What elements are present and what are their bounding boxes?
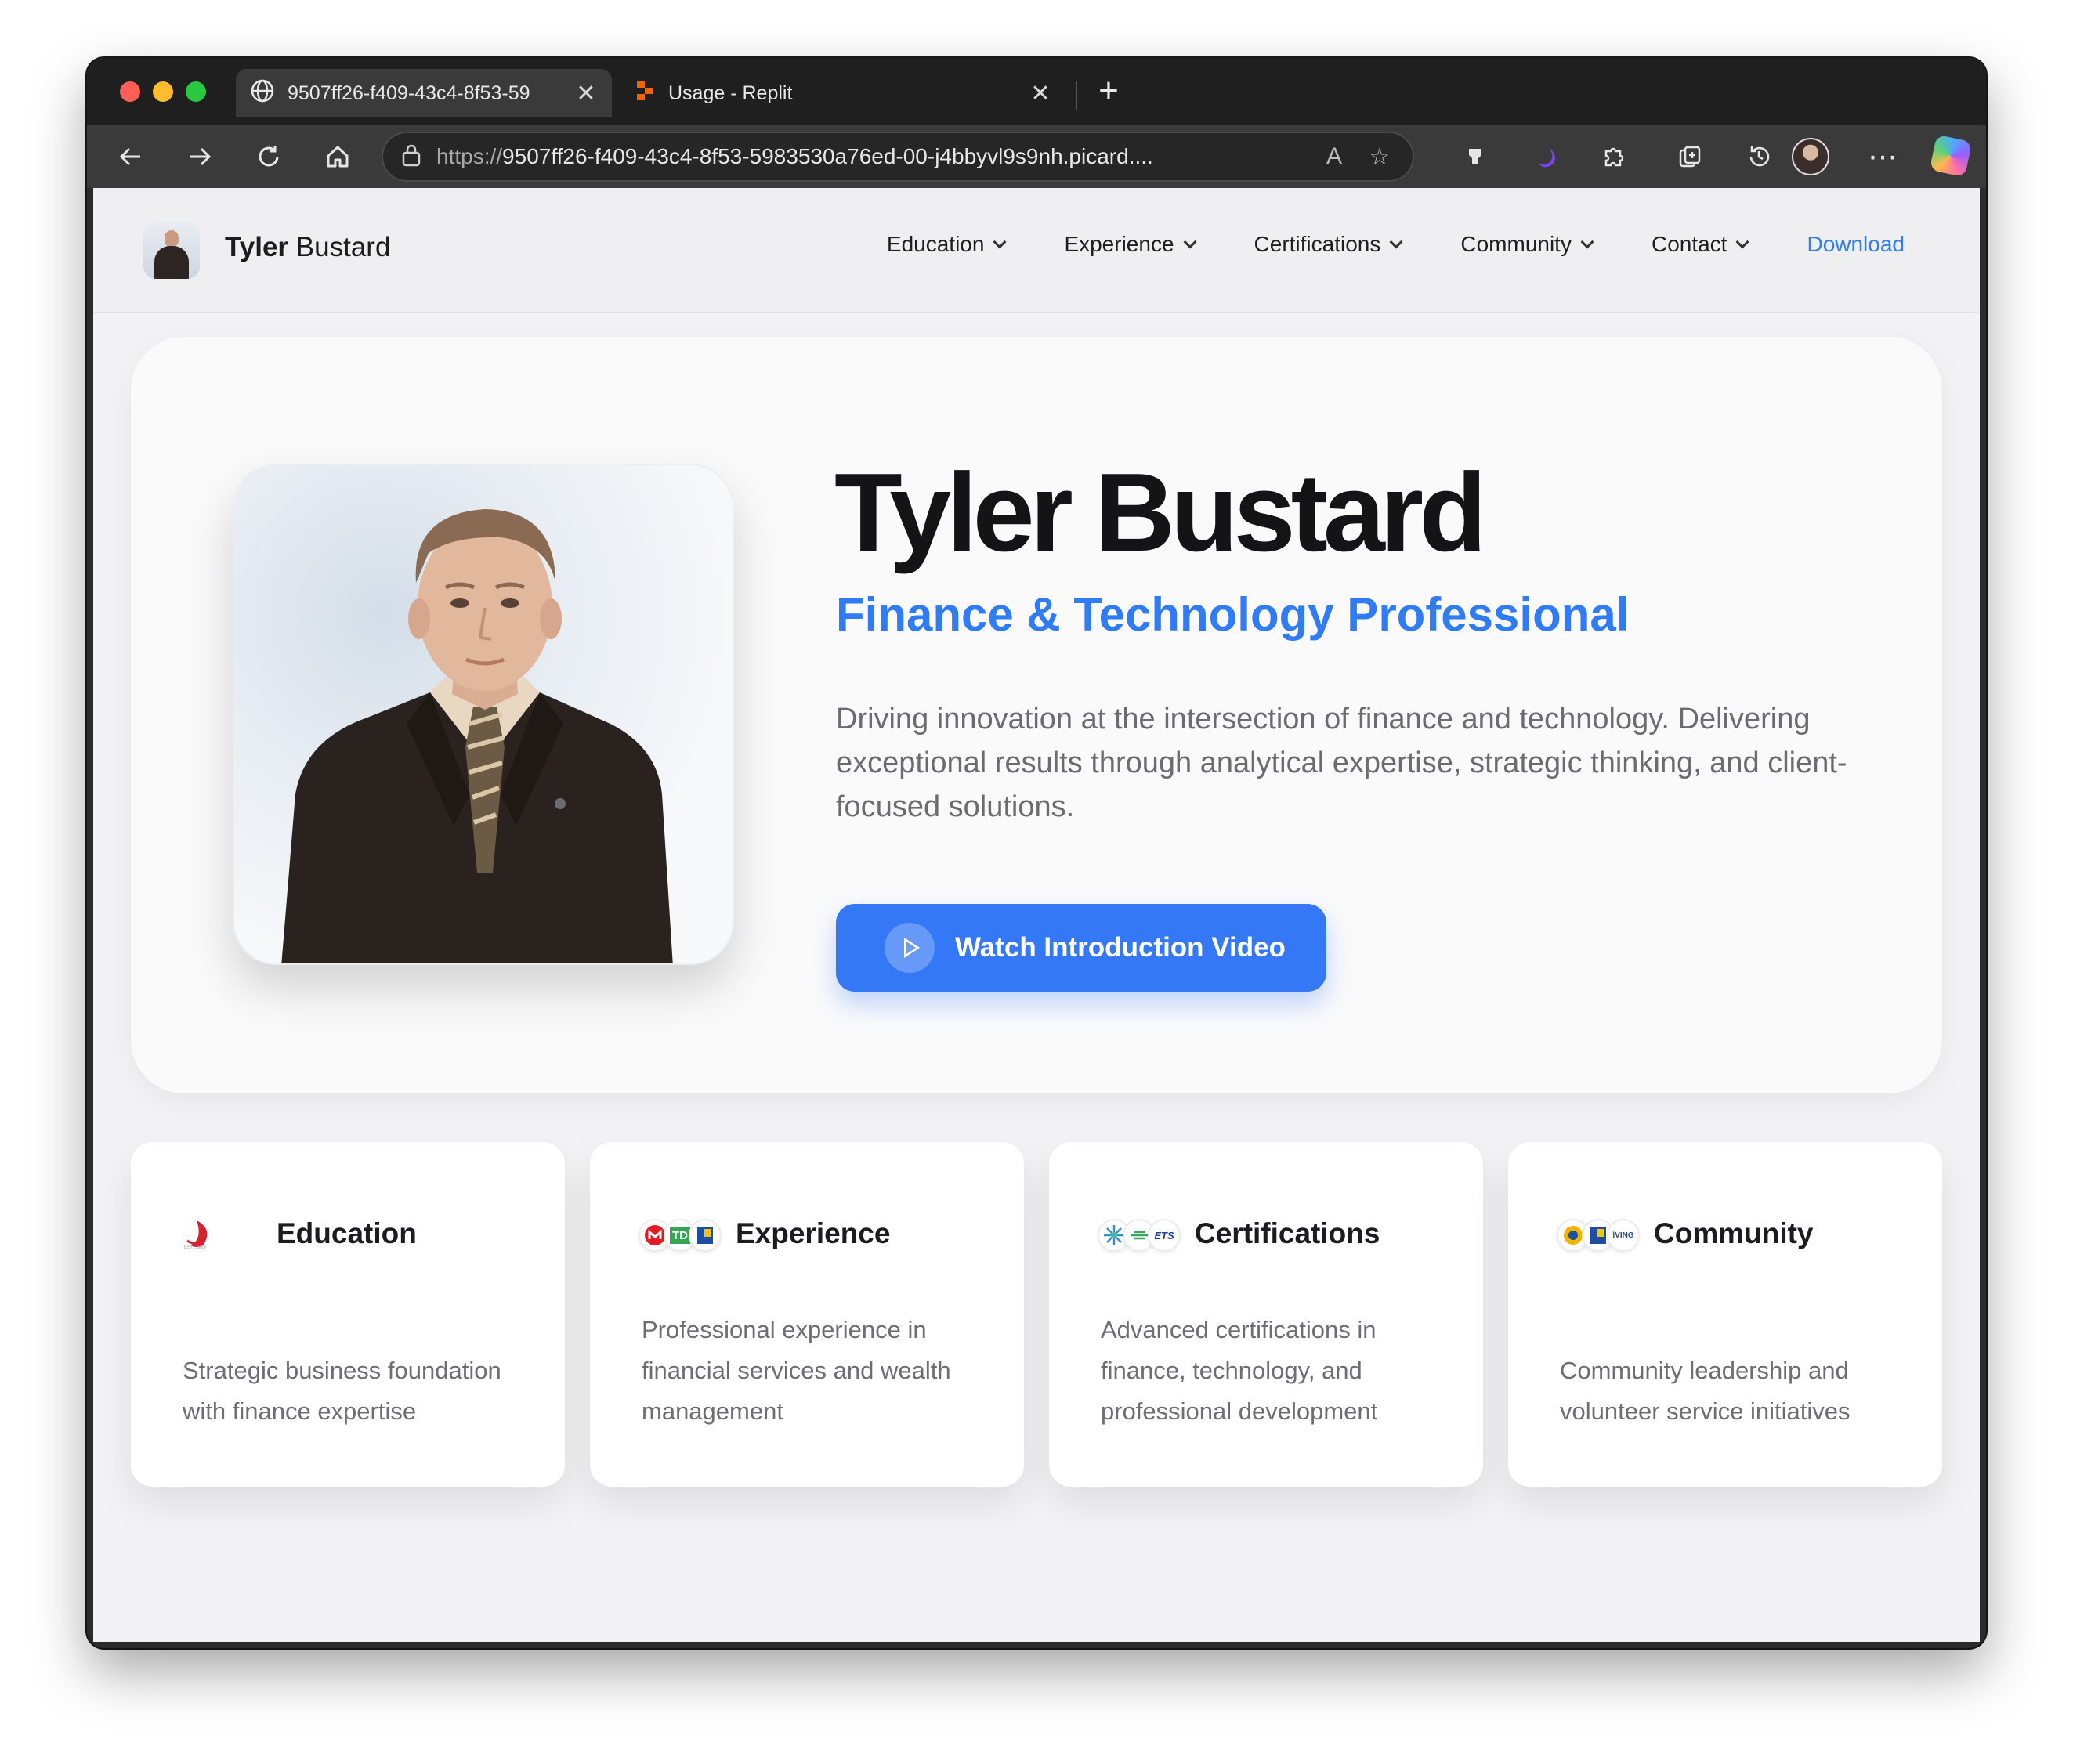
hero-section: Tyler Bustard Finance & Technology Profe… (131, 337, 1942, 1093)
profile-avatar[interactable] (1792, 138, 1829, 175)
chevron-down-icon (1580, 235, 1594, 249)
history-icon[interactable] (1738, 136, 1779, 177)
copilot-icon[interactable] (1929, 134, 1973, 178)
rbc-logo-icon (689, 1219, 722, 1252)
tab-title: Usage - Replit (668, 81, 793, 104)
page-viewport: Tyler Bustard Education Experience Certi… (93, 188, 1980, 1642)
experience-logos: TD (639, 1217, 722, 1253)
close-tab-icon[interactable]: ✕ (1029, 80, 1052, 107)
card-certifications[interactable]: ETS Certifications Advanced certificatio… (1049, 1142, 1483, 1487)
address-bar[interactable]: https://9507ff26-f409-43c4-8f53-5983530a… (382, 132, 1414, 182)
giving-logo-icon: lVING (1607, 1219, 1640, 1252)
globe-icon (250, 78, 275, 109)
browser-window: 9507ff26-f409-43c4-8f53-59 ✕ Usage - Rep… (87, 58, 1986, 1648)
tab-strip: 9507ff26-f409-43c4-8f53-59 ✕ Usage - Rep… (87, 58, 1986, 125)
maximize-window-button[interactable] (186, 81, 206, 102)
site-info-lock-icon[interactable] (400, 143, 422, 171)
certification-logos: ETS (1098, 1217, 1181, 1253)
card-title: Education (277, 1217, 417, 1249)
card-description: Strategic business foundation with finan… (183, 1357, 501, 1425)
main-nav: Education Experience Certifications Comm… (827, 232, 1905, 257)
nav-experience[interactable]: Experience (1064, 232, 1197, 257)
refresh-icon[interactable] (248, 136, 289, 177)
university-logo-icon: EST. 1969 (179, 1217, 225, 1253)
forward-icon[interactable] (179, 136, 220, 177)
card-description: Professional experience in financial ser… (642, 1316, 951, 1425)
close-tab-icon[interactable]: ✕ (574, 80, 598, 107)
community-logos: lVING (1557, 1217, 1640, 1253)
nav-education[interactable]: Education (887, 232, 1007, 257)
tab-title: 9507ff26-f409-43c4-8f53-59 (288, 81, 530, 104)
extension-icon[interactable] (1455, 136, 1496, 177)
close-window-button[interactable] (120, 81, 140, 102)
chevron-down-icon (1183, 235, 1197, 249)
nav-contact[interactable]: Contact (1652, 232, 1749, 257)
back-icon[interactable] (110, 136, 151, 177)
card-title: Certifications (1195, 1217, 1380, 1249)
play-icon (885, 923, 935, 973)
card-title: Experience (736, 1217, 891, 1249)
site-header: Tyler Bustard Education Experience Certi… (93, 188, 1980, 313)
chevron-down-icon (993, 235, 1007, 249)
ets-logo-icon: ETS (1148, 1219, 1181, 1252)
card-experience[interactable]: TD Experience Professional experience in… (590, 1142, 1024, 1487)
watch-intro-video-button[interactable]: Watch Introduction Video (836, 904, 1326, 992)
nav-community[interactable]: Community (1460, 232, 1594, 257)
tab-portfolio[interactable]: 9507ff26-f409-43c4-8f53-59 ✕ (236, 69, 612, 117)
hero-subtitle: Finance & Technology Professional (836, 588, 1630, 641)
nav-download-link[interactable]: Download (1807, 232, 1905, 257)
replit-icon (634, 80, 656, 107)
hero-name: Tyler Bustard (834, 450, 1487, 575)
chevron-down-icon (1735, 235, 1749, 249)
education-logos: EST. 1969 (179, 1217, 225, 1253)
header-avatar[interactable] (143, 222, 200, 279)
url-text[interactable]: https://9507ff26-f409-43c4-8f53-5983530a… (436, 144, 1304, 169)
browser-toolbar: https://9507ff26-f409-43c4-8f53-5983530a… (87, 125, 1986, 188)
extension-purple-icon[interactable] (1524, 136, 1565, 177)
card-description: Community leadership and volunteer servi… (1560, 1357, 1851, 1425)
nav-certifications[interactable]: Certifications (1254, 232, 1403, 257)
cta-label: Watch Introduction Video (955, 932, 1286, 963)
card-community[interactable]: lVING Community Community leadership and… (1508, 1142, 1942, 1487)
card-description: Advanced certifications in finance, tech… (1101, 1316, 1378, 1425)
collections-icon[interactable] (1670, 136, 1710, 177)
home-icon[interactable] (317, 136, 358, 177)
tab-divider (1076, 81, 1077, 110)
card-title: Community (1654, 1217, 1814, 1249)
profile-photo (233, 464, 734, 965)
more-menu-icon[interactable]: ⋯ (1862, 136, 1903, 177)
hero-description: Driving innovation at the intersection o… (836, 703, 1847, 823)
site-brand[interactable]: Tyler Bustard (225, 232, 390, 263)
tab-replit-usage[interactable]: Usage - Replit ✕ (620, 69, 1066, 117)
chevron-down-icon (1389, 235, 1403, 249)
card-education[interactable]: EST. 1969 Education Strategic business f… (131, 1142, 565, 1487)
new-tab-icon[interactable]: + (1091, 74, 1126, 108)
read-aloud-icon[interactable]: A (1319, 143, 1350, 170)
minimize-window-button[interactable] (153, 81, 173, 102)
favorite-star-icon[interactable]: ☆ (1364, 143, 1395, 171)
extensions-puzzle-icon[interactable] (1593, 136, 1633, 177)
